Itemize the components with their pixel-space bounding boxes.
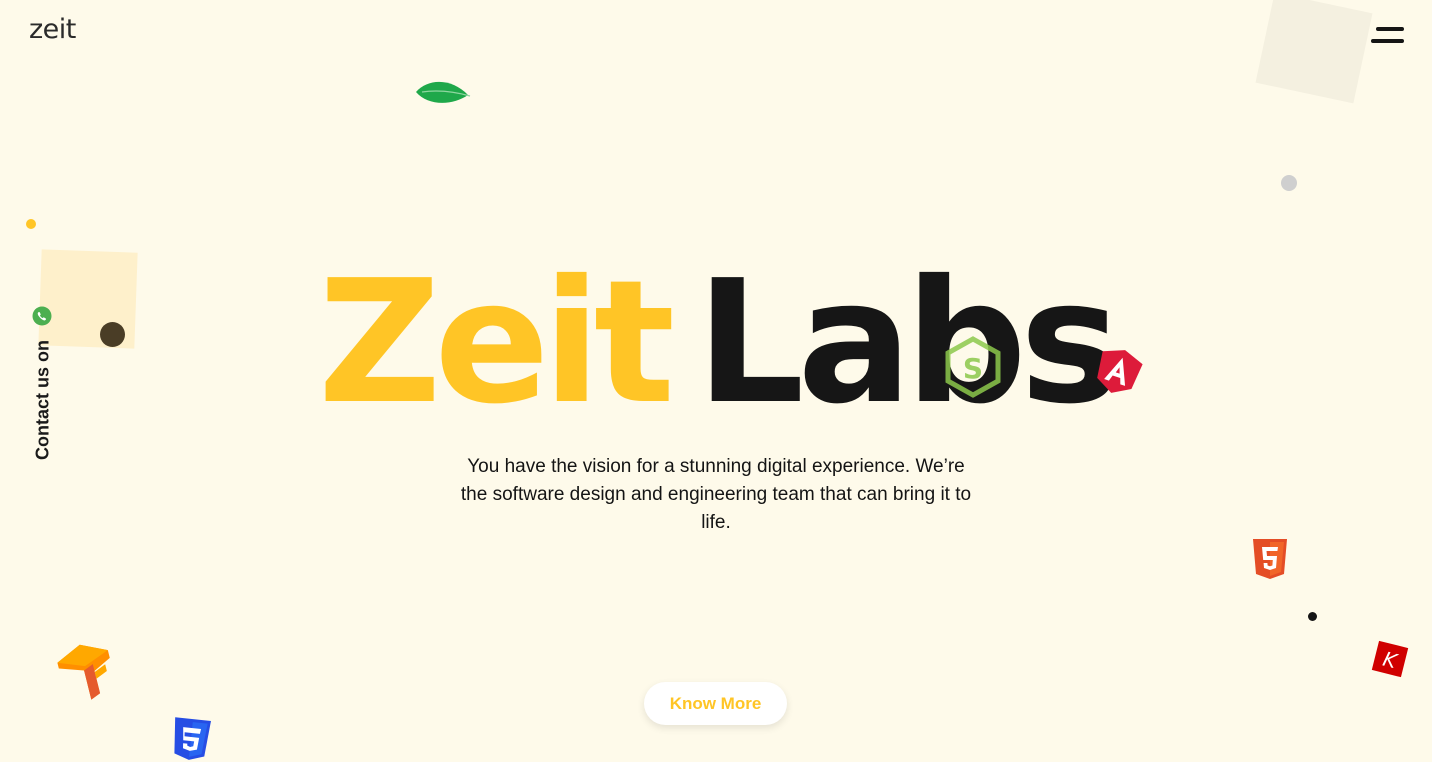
menu-line-bottom [1371, 39, 1404, 43]
keras-icon: K [1371, 640, 1409, 678]
svg-text:S: S [963, 352, 983, 385]
contact-us-whatsapp-link[interactable]: Contact us on [29, 302, 57, 460]
hero-title: Zeit Labs [0, 248, 1432, 438]
decorative-dot-black [1308, 612, 1317, 621]
leaf-icon [416, 81, 471, 103]
site-logo[interactable]: zeit [29, 14, 76, 45]
nodejs-icon: S [945, 336, 1001, 398]
html5-icon [1253, 539, 1287, 579]
decorative-dot-gray [1281, 175, 1297, 191]
menu-line-top [1376, 27, 1404, 31]
decorative-dot-yellow [26, 219, 36, 229]
landing-page: zeit Zeit Labs S You have the vision for … [0, 0, 1432, 762]
css3-icon [174, 717, 211, 760]
hamburger-menu-icon[interactable] [1366, 22, 1410, 52]
hero-title-word-zeit: Zeit [317, 244, 675, 442]
whatsapp-icon [32, 306, 52, 326]
hero-subtitle: You have the vision for a stunning digit… [460, 456, 972, 533]
tensorflow-icon [57, 644, 110, 700]
contact-us-label: Contact us on [32, 340, 53, 460]
hero-title-word-labs: Labs [696, 244, 1121, 442]
decorative-square-top-right [1255, 0, 1373, 104]
angular-icon [1097, 350, 1143, 393]
know-more-button[interactable]: Know More [644, 682, 787, 725]
